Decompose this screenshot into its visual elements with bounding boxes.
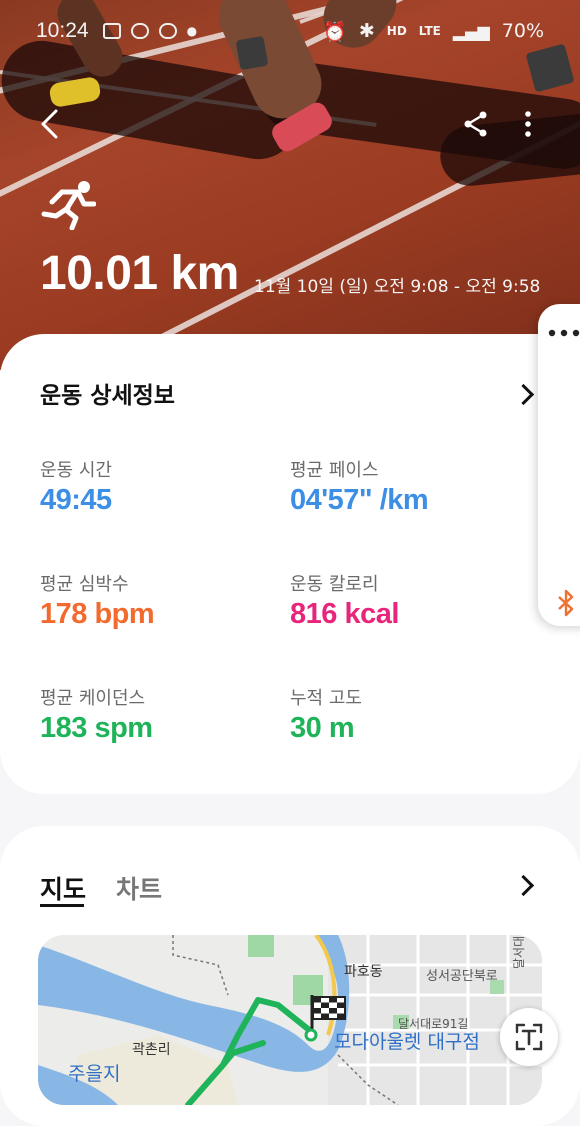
stat-label-heart-rate: 평균 심박수	[40, 574, 129, 595]
running-icon	[41, 181, 96, 230]
map-label-dalseo: 달서대로	[512, 935, 526, 969]
status-bar: 10:24 ● ⏰ ✱ HD LTE ▂▄▆ 70%	[0, 0, 580, 62]
details-title: 운동 상세정보	[40, 383, 175, 409]
workout-date-range: 11월 10일 (일) 오전 9:08 - 오전 9:58	[254, 277, 541, 297]
edge-side-panel[interactable]	[538, 304, 580, 626]
stat-value-pace: 04'57" /km	[290, 484, 429, 516]
stat-label-calories: 운동 칼로리	[290, 574, 379, 595]
more-options-button[interactable]	[510, 104, 546, 144]
stat-value-duration: 49:45	[40, 484, 112, 516]
battery-text: 70%	[501, 20, 544, 42]
stat-value-elevation: 30 m	[290, 712, 355, 744]
tab-map[interactable]: 지도	[40, 870, 86, 906]
map-label-seongseo: 성서공단북로	[426, 969, 498, 984]
system-icons: ⏰ ✱ HD LTE ▂▄▆ 70%	[323, 20, 544, 43]
dot-icon: ●	[186, 24, 198, 38]
gallery-icon	[102, 23, 121, 39]
share-icon	[464, 111, 487, 137]
route-map[interactable]: 파호동 성서공단북로 달서대로 달서대로91길 곽촌리 주을지 모다아울렛 대구…	[38, 935, 542, 1105]
stat-label-cadence: 평균 케이던스	[40, 688, 146, 709]
share-button[interactable]	[456, 104, 496, 144]
stat-label-duration: 운동 시간	[40, 460, 112, 481]
alarm-icon: ⏰	[323, 20, 347, 43]
back-button[interactable]	[30, 104, 70, 144]
stat-value-cadence: 183 spm	[40, 712, 153, 744]
bluetooth-icon[interactable]	[556, 588, 576, 618]
talk-icon	[130, 23, 149, 39]
stat-value-calories: 816 kcal	[290, 598, 399, 630]
tab-chart[interactable]: 차트	[116, 870, 162, 906]
lte-icon: LTE	[418, 24, 441, 38]
stat-value-heart-rate: 178 bpm	[40, 598, 155, 630]
active-tab-indicator	[40, 904, 84, 907]
bluetooth-status-icon: ✱	[358, 20, 375, 42]
hd-icon: HD	[386, 24, 407, 38]
stat-label-elevation: 누적 고도	[290, 688, 362, 709]
notification-icons: ●	[102, 23, 198, 39]
map-label-juul: 주을지	[68, 1063, 121, 1085]
signal-icon: ▂▄▆	[452, 21, 490, 41]
status-time: 10:24	[36, 19, 89, 42]
stat-label-pace: 평균 페이스	[290, 460, 379, 481]
chevron-left-icon	[41, 109, 58, 139]
more-horizontal-icon[interactable]	[548, 328, 580, 338]
text-scan-button[interactable]	[500, 1008, 558, 1066]
text-scan-icon	[515, 1023, 543, 1051]
more-vertical-icon	[525, 111, 531, 137]
distance-value: 10.01 km	[40, 247, 239, 300]
cloud-icon	[158, 23, 177, 39]
map-label-gwakchon: 곽촌리	[132, 1042, 171, 1058]
map-label-store: 모다아울렛 대구점	[334, 1031, 480, 1053]
map-label-paho: 파호동	[344, 964, 383, 980]
